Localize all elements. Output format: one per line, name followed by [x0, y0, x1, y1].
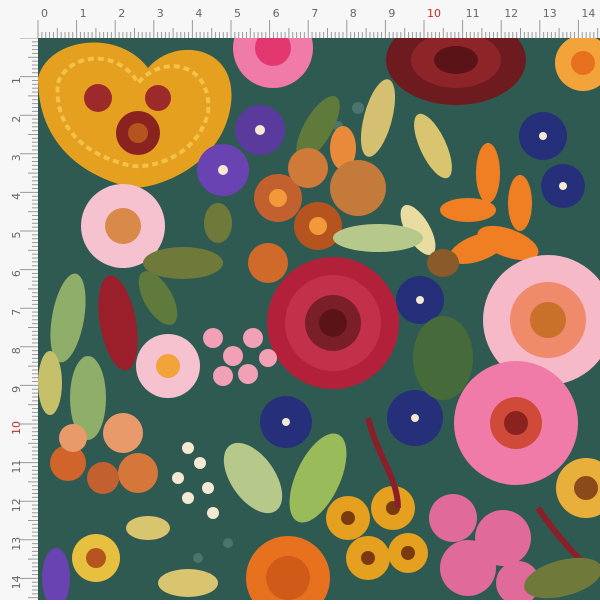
ruler-left-label: 5 [10, 232, 23, 239]
ruler-top-label: 11 [466, 7, 480, 20]
ruler-top-label: 12 [504, 7, 518, 20]
ruler-top-ticks: 0 1 2 3 4 5 6 7 8 9 10 11 12 13 14 [37, 7, 599, 38]
ruler-left-label: 10 [10, 421, 23, 435]
ruler-top-label: 6 [273, 7, 280, 20]
yellow-flower-lower-left [72, 534, 120, 582]
ruler-top-label: 3 [157, 7, 164, 20]
navy-flower-right [519, 112, 567, 160]
ruler-left-label: 4 [10, 193, 23, 200]
pink-daisy-lower-right [454, 361, 578, 485]
purple-flower-2 [197, 144, 249, 196]
ruler-left-label: 7 [10, 309, 23, 316]
ruler-top-label: 9 [388, 7, 395, 20]
ruler-left-label: 2 [10, 116, 23, 123]
embroidered-fabric-sample: 0 1 2 3 4 5 6 7 8 9 10 11 12 13 14 1 2 3 4 5 6 7 8 9 10 11 12 13 14 [0, 0, 600, 600]
ruler-top-label: 7 [311, 7, 318, 20]
ruler-top-label: 1 [80, 7, 87, 20]
ruler-top-label: 4 [195, 7, 202, 20]
embroidery-pattern [38, 38, 600, 600]
ruler-left-label: 12 [10, 498, 23, 512]
navy-flower-mid [396, 276, 444, 324]
ruler-left-label: 3 [10, 154, 23, 161]
ruler-top-label: 5 [234, 7, 241, 20]
ruler-top-label: 2 [118, 7, 125, 20]
ruler-top-label: 0 [41, 7, 48, 20]
purple-flower [235, 105, 285, 155]
light-pink-flower-mid-left [136, 334, 200, 398]
navy-flower-lower-2 [387, 390, 443, 446]
ruler-top-label: 10 [427, 7, 441, 20]
ruler-left-ticks: 1234567891011121314 [10, 37, 38, 599]
embroidery-artwork [38, 38, 600, 600]
ruler-left-label: 9 [10, 386, 23, 393]
ruler-top-label: 8 [350, 7, 357, 20]
ruler-left-label: 11 [10, 460, 23, 474]
ruler-left-label: 1 [10, 77, 23, 84]
ruler-top-label: 13 [543, 7, 557, 20]
ruler-top: 0 1 2 3 4 5 6 7 8 9 10 11 12 13 14 [0, 0, 600, 39]
navy-flower-lower [260, 396, 312, 448]
ruler-top-label: 14 [581, 7, 595, 20]
ruler-left-label: 8 [10, 347, 23, 354]
ruler-left-label: 14 [10, 575, 23, 589]
crimson-flower-center [267, 257, 399, 389]
ruler-left-label: 6 [10, 270, 23, 277]
navy-flower-right-2 [541, 164, 585, 208]
ruler-left-label: 13 [10, 537, 23, 551]
ruler-left: 1 2 3 4 5 6 7 8 9 10 11 12 13 14 [0, 37, 39, 600]
